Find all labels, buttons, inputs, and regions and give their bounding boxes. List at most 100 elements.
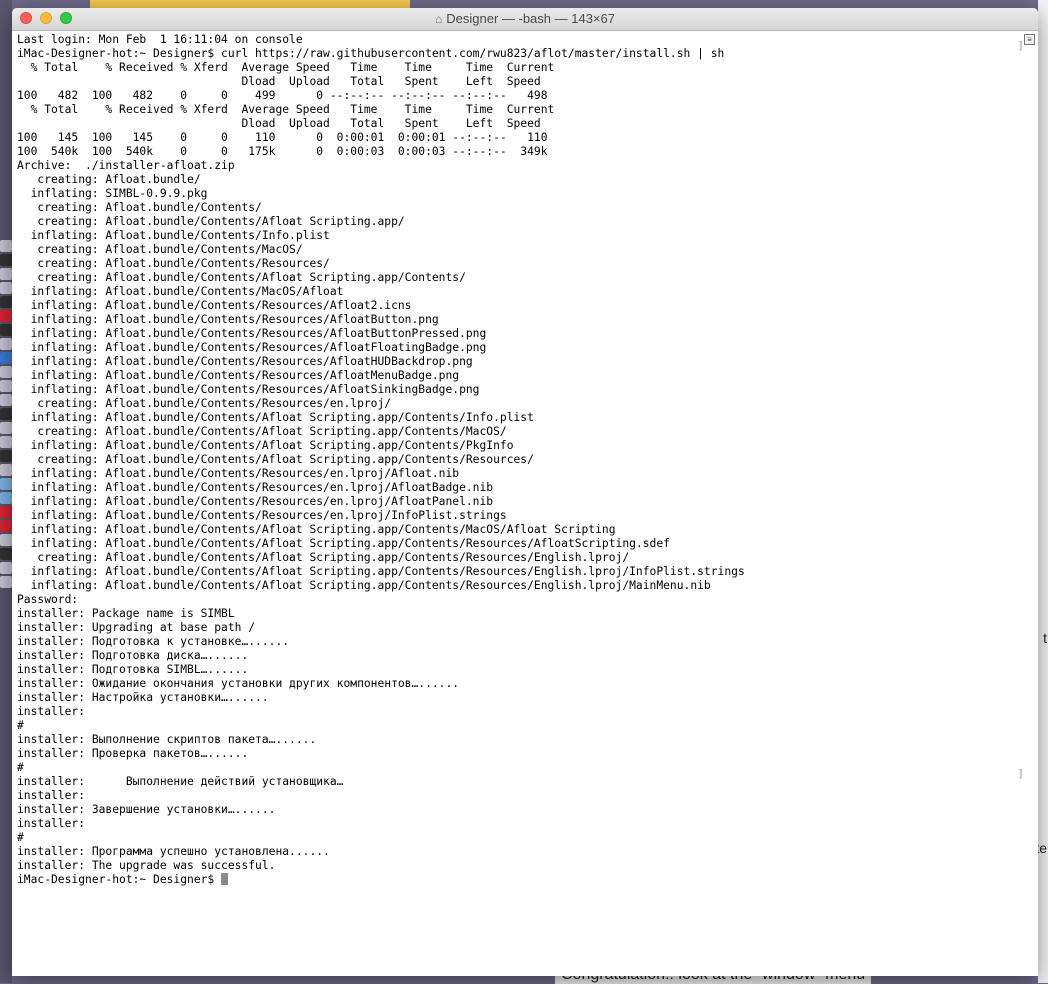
app-icon[interactable] — [0, 324, 12, 336]
mark-bracket-icon: ] — [1017, 39, 1024, 52]
app-icon[interactable] — [0, 506, 12, 518]
terminal-line: inflating: Afloat.bundle/Contents/MacOS/… — [17, 285, 344, 298]
folder-icon[interactable] — [0, 492, 12, 504]
terminal-window[interactable]: ⌂ Designer — -bash — 143×67 ≡ ] ] Last lo… — [12, 8, 1038, 976]
terminal-line: inflating: Afloat.bundle/Contents/Resour… — [17, 355, 473, 368]
app-icon[interactable] — [0, 338, 12, 350]
terminal-line: inflating: Afloat.bundle/Contents/Afloat… — [17, 565, 745, 578]
terminal-line: # — [17, 831, 24, 844]
terminal-line: inflating: Afloat.bundle/Contents/Afloat… — [17, 439, 514, 452]
terminal-line: 100 145 100 145 0 0 110 0 0:00:01 0:00:0… — [17, 131, 548, 144]
terminal-line: % Total % Received % Xferd Average Speed… — [17, 61, 555, 74]
background-text: t — [1043, 630, 1047, 646]
terminal-line: installer: Программа успешно установлена… — [17, 845, 330, 858]
app-icon[interactable] — [0, 408, 12, 420]
terminal-line: installer: Выполнение скриптов пакета…..… — [17, 733, 317, 746]
terminal-line: Dload Upload Total Spent Left Speed — [17, 75, 541, 88]
terminal-line: creating: Afloat.bundle/Contents/Afloat … — [17, 551, 630, 564]
terminal-line: inflating: Afloat.bundle/Contents/Resour… — [17, 509, 507, 522]
terminal-line: iMac-Designer-hot:~ Designer$ curl https… — [17, 47, 725, 60]
app-icon[interactable] — [0, 562, 12, 574]
terminal-line: installer: Подготовка к установке…...... — [17, 635, 290, 648]
terminal-line: inflating: Afloat.bundle/Contents/Resour… — [17, 383, 480, 396]
background-window-edge — [90, 0, 410, 8]
terminal-line: inflating: Afloat.bundle/Contents/Afloat… — [17, 411, 534, 424]
terminal-line: Password: — [17, 593, 79, 606]
app-icon[interactable] — [0, 310, 12, 322]
app-icon[interactable] — [0, 422, 12, 434]
app-icon[interactable] — [0, 352, 12, 364]
mark-bracket-icon: ] — [1017, 767, 1024, 780]
terminal-line: inflating: Afloat.bundle/Contents/Resour… — [17, 369, 460, 382]
window-title-text: Designer — -bash — 143×67 — [446, 11, 615, 26]
app-icon[interactable] — [0, 576, 12, 588]
background-window-right — [1038, 0, 1048, 983]
app-icon[interactable] — [0, 268, 12, 280]
app-icon[interactable] — [0, 548, 12, 560]
terminal-content[interactable]: ≡ ] ] Last login: Mon Feb 1 16:11:04 on … — [12, 31, 1038, 976]
app-icon[interactable] — [0, 254, 12, 266]
home-icon: ⌂ — [435, 12, 443, 26]
terminal-line: inflating: Afloat.bundle/Contents/Info.p… — [17, 229, 330, 242]
app-icon[interactable] — [0, 534, 12, 546]
terminal-line: installer: Проверка пакетов…...... — [17, 747, 249, 760]
cursor-icon — [221, 873, 229, 885]
app-icon[interactable] — [0, 366, 12, 378]
terminal-line: installer: — [17, 789, 86, 802]
terminal-line: iMac-Designer-hot:~ Designer$ — [17, 873, 1018, 887]
app-icon[interactable] — [0, 464, 12, 476]
terminal-line: creating: Afloat.bundle/Contents/Resourc… — [17, 397, 392, 410]
app-icon[interactable] — [0, 380, 12, 392]
terminal-line: Archive: ./installer-afloat.zip — [17, 159, 235, 172]
terminal-line: creating: Afloat.bundle/Contents/MacOS/ — [17, 243, 303, 256]
terminal-line: inflating: Afloat.bundle/Contents/Resour… — [17, 299, 412, 312]
terminal-line: inflating: Afloat.bundle/Contents/Resour… — [17, 495, 494, 508]
terminal-line: # — [17, 761, 24, 774]
terminal-line: 100 482 100 482 0 0 499 0 --:--:-- --:--… — [17, 89, 548, 102]
terminal-line: inflating: SIMBL-0.9.9.pkg — [17, 187, 208, 200]
app-icon[interactable] — [0, 296, 12, 308]
terminal-line: creating: Afloat.bundle/Contents/Afloat … — [17, 453, 534, 466]
terminal-line: inflating: Afloat.bundle/Contents/Afloat… — [17, 537, 670, 550]
terminal-line: creating: Afloat.bundle/ — [17, 173, 201, 186]
terminal-line: inflating: Afloat.bundle/Contents/Afloat… — [17, 579, 711, 592]
terminal-line: inflating: Afloat.bundle/Contents/Resour… — [17, 341, 487, 354]
terminal-line: installer: Upgrading at base path / — [17, 621, 256, 634]
terminal-line: installer: Подготовка SIMBL…...... — [17, 663, 249, 676]
dock-fragment — [0, 240, 12, 590]
terminal-line: % Total % Received % Xferd Average Speed… — [17, 103, 555, 116]
terminal-line: installer: Подготовка диска…...... — [17, 649, 249, 662]
terminal-line: installer: — [17, 817, 86, 830]
terminal-line: installer: Выполнение действий установщи… — [17, 775, 344, 788]
terminal-line: inflating: Afloat.bundle/Contents/Resour… — [17, 481, 494, 494]
terminal-line: installer: The upgrade was successful. — [17, 859, 276, 872]
terminal-line: creating: Afloat.bundle/Contents/Resourc… — [17, 257, 330, 270]
terminal-line: installer: Package name is SIMBL — [17, 607, 235, 620]
window-title: ⌂ Designer — -bash — 143×67 — [12, 11, 1038, 26]
terminal-line: 100 540k 100 540k 0 0 175k 0 0:00:03 0:0… — [17, 145, 548, 158]
app-icon[interactable] — [0, 436, 12, 448]
scroll-split-icon[interactable]: ≡ — [1024, 34, 1035, 45]
terminal-line: creating: Afloat.bundle/Contents/ — [17, 201, 262, 214]
terminal-line: Dload Upload Total Spent Left Speed — [17, 117, 541, 130]
terminal-line: creating: Afloat.bundle/Contents/Afloat … — [17, 215, 405, 228]
terminal-line: installer: Ожидание окончания установки … — [17, 677, 460, 690]
terminal-line: creating: Afloat.bundle/Contents/Afloat … — [17, 425, 507, 438]
app-icon[interactable] — [0, 240, 12, 252]
app-icon[interactable] — [0, 394, 12, 406]
app-icon[interactable] — [0, 282, 12, 294]
title-bar[interactable]: ⌂ Designer — -bash — 143×67 — [12, 8, 1038, 31]
terminal-line: creating: Afloat.bundle/Contents/Afloat … — [17, 271, 466, 284]
terminal-line: inflating: Afloat.bundle/Contents/Resour… — [17, 467, 460, 480]
terminal-line: installer: — [17, 705, 86, 718]
terminal-line: inflating: Afloat.bundle/Contents/Afloat… — [17, 523, 616, 536]
terminal-line: inflating: Afloat.bundle/Contents/Resour… — [17, 313, 439, 326]
terminal-line: installer: Завершение установки…...... — [17, 803, 276, 816]
app-icon[interactable] — [0, 520, 12, 532]
folder-icon[interactable] — [0, 478, 12, 490]
terminal-line: # — [17, 719, 24, 732]
app-icon[interactable] — [0, 450, 12, 462]
terminal-line: Last login: Mon Feb 1 16:11:04 on consol… — [17, 33, 303, 46]
terminal-output[interactable]: Last login: Mon Feb 1 16:11:04 on consol… — [17, 33, 1018, 887]
terminal-line: installer: Настройка установки…...... — [17, 691, 269, 704]
